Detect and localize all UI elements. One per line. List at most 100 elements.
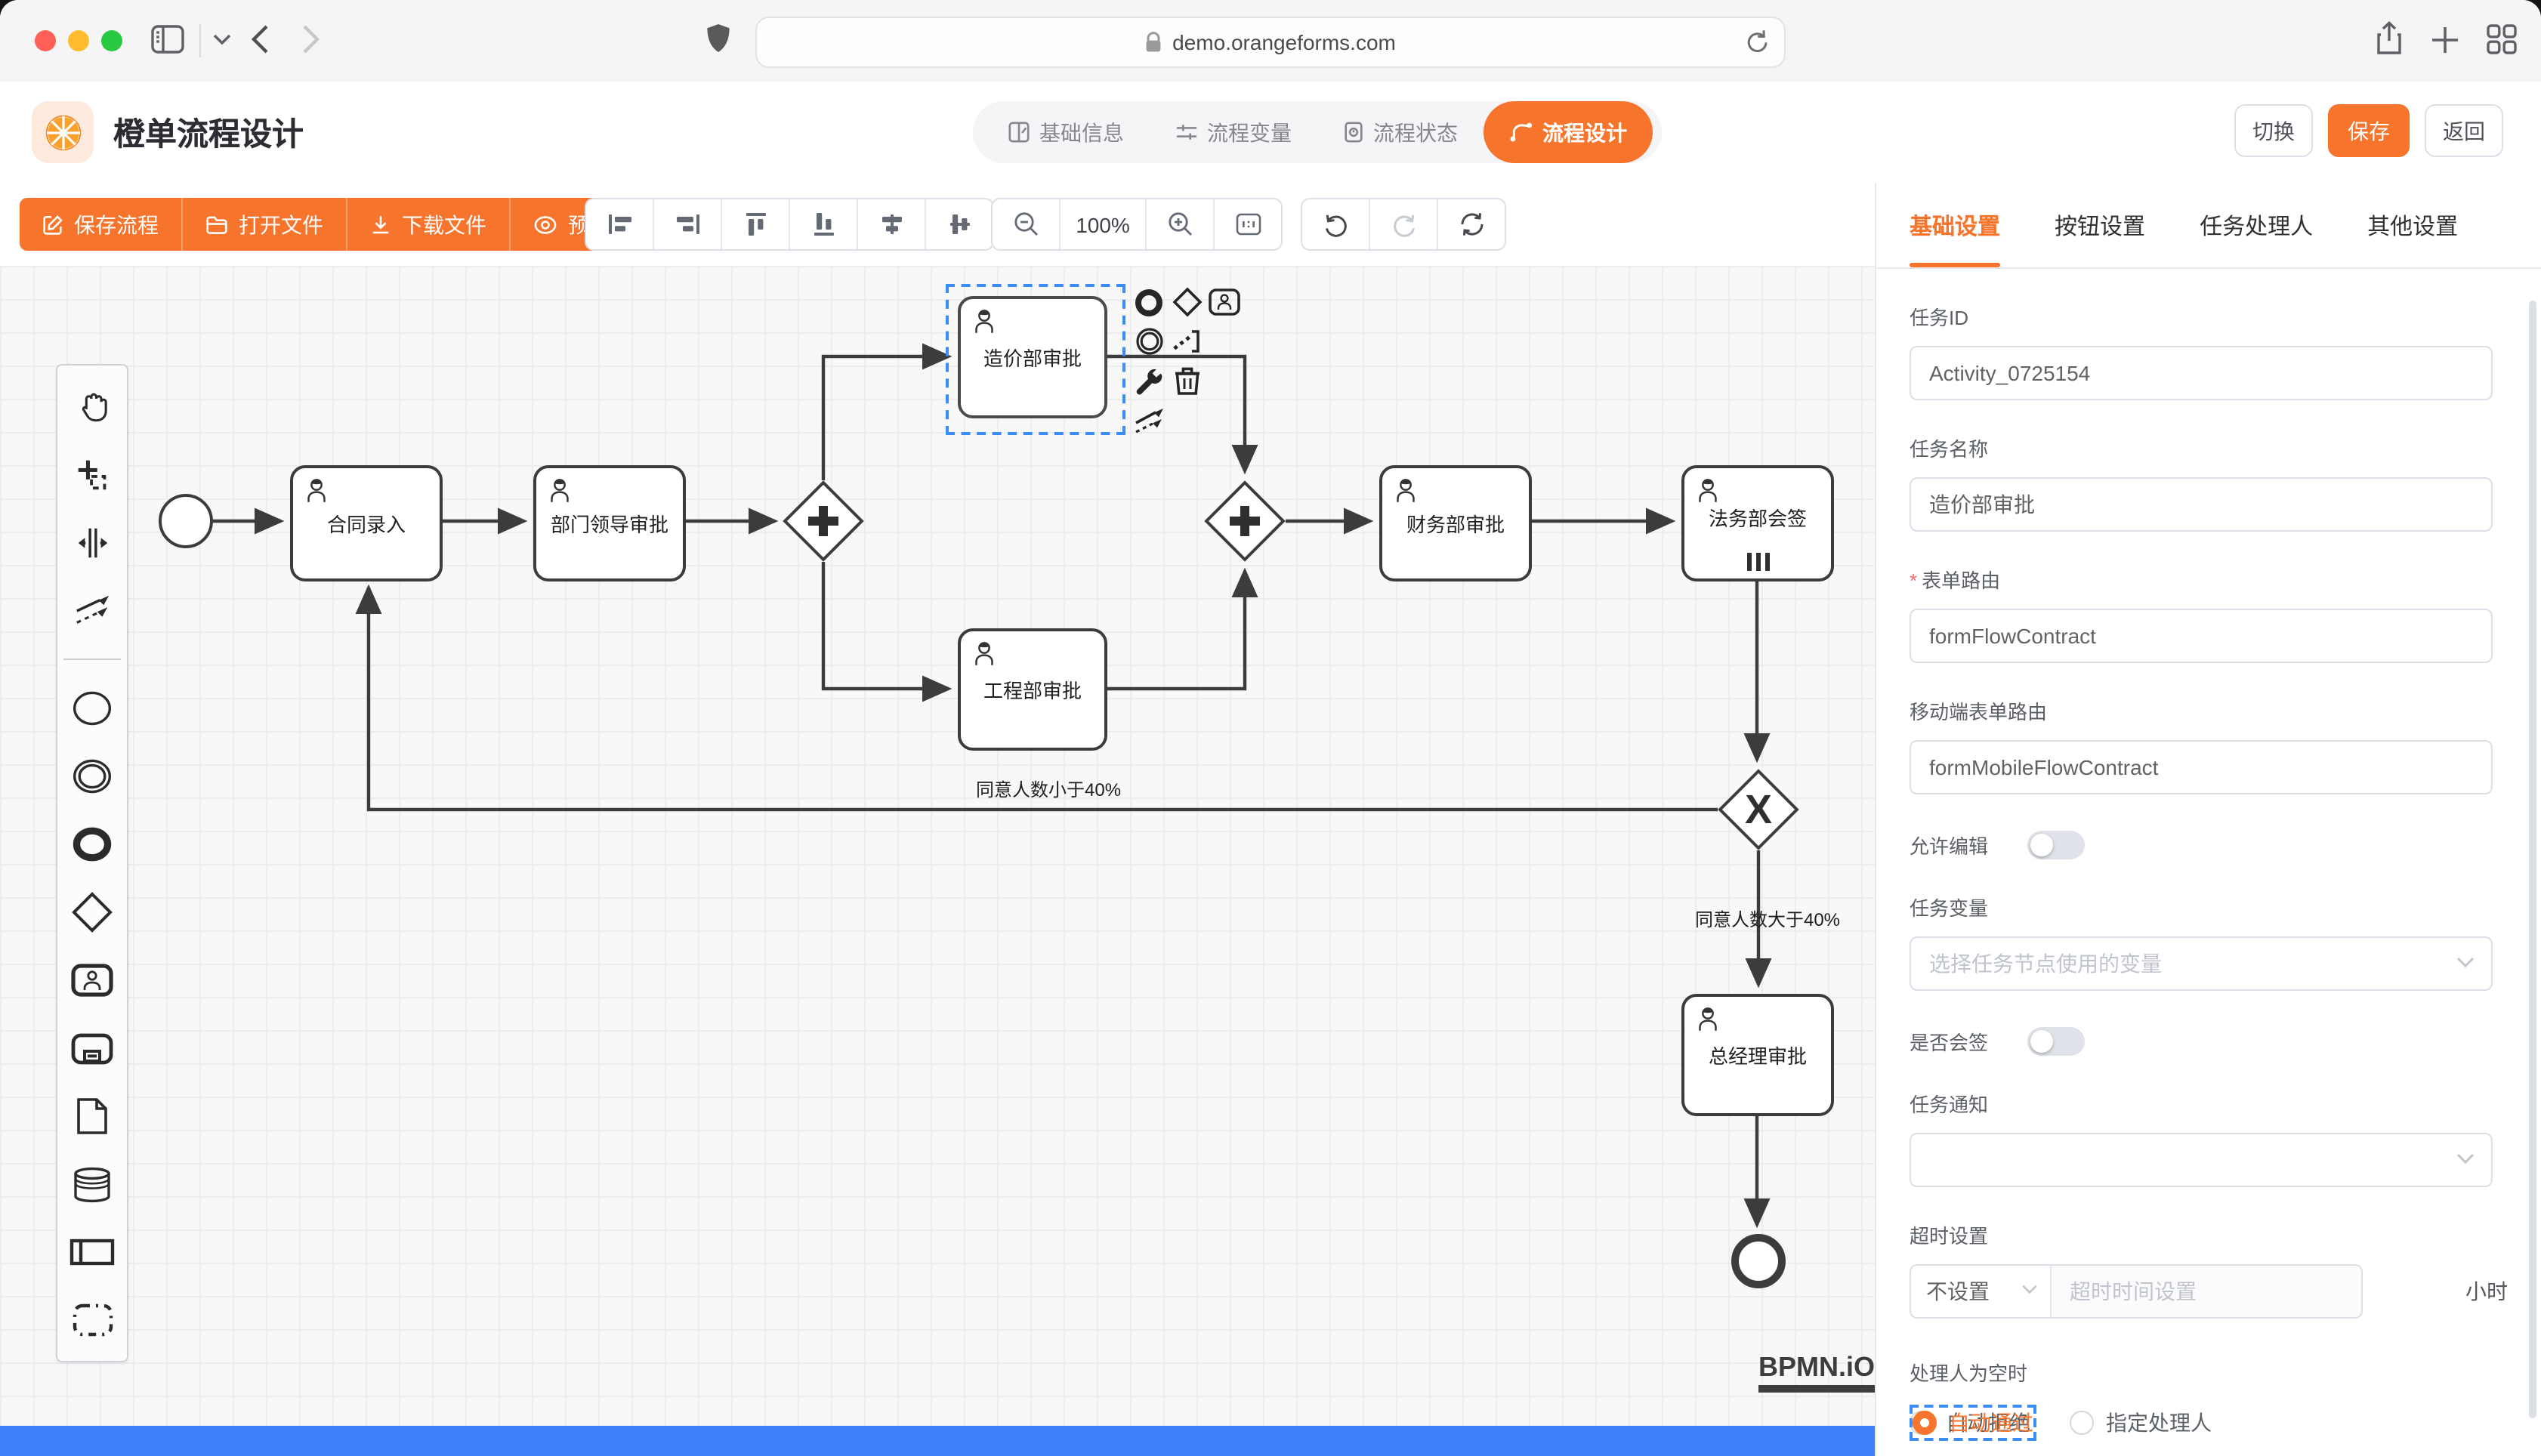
zoom-in-icon[interactable] xyxy=(1147,199,1215,249)
chrome-divider xyxy=(199,24,201,57)
zoom-window-button[interactable] xyxy=(101,30,122,51)
end-event-icon[interactable] xyxy=(69,822,115,867)
user-icon xyxy=(1390,474,1422,506)
bpmn-canvas[interactable]: 同意人数小于40% 同意人数大于40% 合同录入 部门领导审批 造价部审批 工程… xyxy=(0,266,1875,1456)
connect-arrow-icon[interactable] xyxy=(1132,402,1166,438)
sidebar-toggle-icon[interactable] xyxy=(151,24,184,54)
node-label: 合同录入 xyxy=(327,509,406,538)
reload-icon[interactable] xyxy=(1746,29,1769,54)
align-left-icon[interactable] xyxy=(586,199,654,249)
task-notify-label: 任务通知 xyxy=(1910,1089,2508,1118)
form-route-input[interactable] xyxy=(1910,609,2493,663)
tab-basic-settings[interactable]: 基础设置 xyxy=(1910,183,2000,267)
zoom-level[interactable]: 100% xyxy=(1061,199,1147,249)
bpmn-palette xyxy=(56,364,128,1362)
minimize-window-button[interactable] xyxy=(68,30,89,51)
share-icon[interactable] xyxy=(2375,21,2404,57)
subprocess-icon[interactable] xyxy=(69,1026,115,1071)
append-intermediate-event-icon[interactable] xyxy=(1132,323,1166,359)
tab-task-handler[interactable]: 任务处理人 xyxy=(2200,183,2313,267)
edge-gateway1-to-engineering xyxy=(823,562,949,689)
align-top-icon[interactable] xyxy=(722,199,790,249)
data-object-icon[interactable] xyxy=(69,1094,115,1139)
save-flow-button[interactable]: 保存流程 xyxy=(20,198,183,251)
tab-overview-icon[interactable] xyxy=(2487,24,2517,54)
switch-button[interactable]: 切换 xyxy=(2234,104,2313,157)
task-id-input[interactable] xyxy=(1910,346,2493,400)
download-file-button[interactable]: 下载文件 xyxy=(347,198,511,251)
tab-process-variables[interactable]: 流程变量 xyxy=(1150,101,1317,163)
radio-assign-handler[interactable]: 指定处理人 xyxy=(2070,1408,2212,1438)
mobile-form-route-input[interactable] xyxy=(1910,740,2493,794)
allow-edit-toggle[interactable] xyxy=(2027,831,2085,859)
align-center-horizontal-icon[interactable] xyxy=(858,199,926,249)
refresh-icon[interactable] xyxy=(1438,199,1505,249)
open-file-button[interactable]: 打开文件 xyxy=(183,198,347,251)
fit-viewport-icon[interactable] xyxy=(1215,199,1281,249)
hand-tool-icon[interactable] xyxy=(69,384,115,429)
task-dept-leader-approval[interactable]: 部门领导审批 xyxy=(533,465,686,581)
tab-process-design[interactable]: 流程设计 xyxy=(1484,101,1653,163)
participant-icon[interactable] xyxy=(69,1229,115,1275)
tab-button-settings[interactable]: 按钮设置 xyxy=(2055,183,2145,267)
trash-icon[interactable] xyxy=(1169,362,1204,399)
task-notify-select[interactable] xyxy=(1910,1133,2493,1187)
user-task-icon[interactable] xyxy=(69,958,115,1003)
panel-scrollbar[interactable] xyxy=(2529,301,2536,1418)
address-bar[interactable]: demo.orangeforms.com xyxy=(755,17,1786,68)
multi-instance-marker xyxy=(1746,553,1769,571)
task-general-manager-approval[interactable]: 总经理审批 xyxy=(1681,994,1834,1116)
start-event-icon[interactable] xyxy=(69,686,115,731)
wrench-icon[interactable] xyxy=(1132,362,1166,399)
redo-icon[interactable] xyxy=(1370,199,1438,249)
group-icon[interactable] xyxy=(69,1297,115,1343)
edge-gateway1-to-cost xyxy=(823,356,949,480)
back-icon[interactable] xyxy=(251,24,269,54)
page-title: 橙单流程设计 xyxy=(113,110,304,156)
task-finance-dept-approval[interactable]: 财务部审批 xyxy=(1379,465,1532,581)
task-variable-select[interactable]: 选择任务节点使用的变量 xyxy=(1910,936,2493,991)
append-end-event-icon[interactable] xyxy=(1132,284,1166,320)
start-event[interactable] xyxy=(159,494,213,548)
timeout-value-input[interactable] xyxy=(2052,1266,2361,1317)
append-task-icon[interactable] xyxy=(1207,284,1242,320)
align-bottom-icon[interactable] xyxy=(790,199,858,249)
data-store-icon[interactable] xyxy=(69,1161,115,1207)
required-asterisk: * xyxy=(1910,569,1917,592)
zoom-out-icon[interactable] xyxy=(993,199,1061,249)
save-button[interactable]: 保存 xyxy=(2328,104,2410,157)
task-name-input[interactable] xyxy=(1910,477,2493,532)
tab-process-status[interactable]: 流程状态 xyxy=(1317,101,1484,163)
chevron-down-icon[interactable] xyxy=(213,33,231,45)
gateway-icon[interactable] xyxy=(69,890,115,935)
undo-icon[interactable] xyxy=(1302,199,1370,249)
timeout-unit: 小时 xyxy=(2465,1276,2508,1306)
shield-icon[interactable] xyxy=(705,23,731,54)
task-contract-entry[interactable]: 合同录入 xyxy=(290,465,443,581)
return-button[interactable]: 返回 xyxy=(2425,104,2503,157)
align-center-vertical-icon[interactable] xyxy=(926,199,993,249)
new-tab-icon[interactable] xyxy=(2431,26,2459,54)
bpmn-io-watermark[interactable]: BPMN.iO xyxy=(1758,1353,1875,1393)
timeout-mode-select[interactable]: 不设置 xyxy=(1911,1266,2052,1317)
forward-icon[interactable] xyxy=(302,24,320,54)
text-annotation-icon[interactable] xyxy=(1169,323,1204,359)
radio-auto-approve[interactable]: 自动通过 xyxy=(1910,1405,2036,1441)
canvas-toolbar: 保存流程 打开文件 下载文件 预览 100% xyxy=(0,183,1875,267)
global-connect-icon[interactable] xyxy=(69,588,115,633)
task-legal-dept-countersign[interactable]: 法务部会签 xyxy=(1681,465,1834,581)
space-tool-icon[interactable] xyxy=(69,520,115,565)
panel-tabs: 基础设置 按钮设置 任务处理人 其他设置 xyxy=(1876,183,2541,269)
append-gateway-icon[interactable] xyxy=(1169,284,1204,320)
lasso-tool-icon[interactable] xyxy=(69,452,115,497)
url-text: demo.orangeforms.com xyxy=(1172,30,1396,54)
tab-basic-info[interactable]: 基础信息 xyxy=(982,101,1150,163)
countersign-toggle[interactable] xyxy=(2027,1027,2085,1056)
canvas-horizontal-scrollbar[interactable] xyxy=(0,1426,1875,1456)
intermediate-event-icon[interactable] xyxy=(69,754,115,799)
end-event[interactable] xyxy=(1731,1234,1786,1288)
tab-other-settings[interactable]: 其他设置 xyxy=(2367,183,2458,267)
task-engineering-dept-approval[interactable]: 工程部审批 xyxy=(958,628,1107,751)
align-right-icon[interactable] xyxy=(654,199,722,249)
close-window-button[interactable] xyxy=(35,30,56,51)
